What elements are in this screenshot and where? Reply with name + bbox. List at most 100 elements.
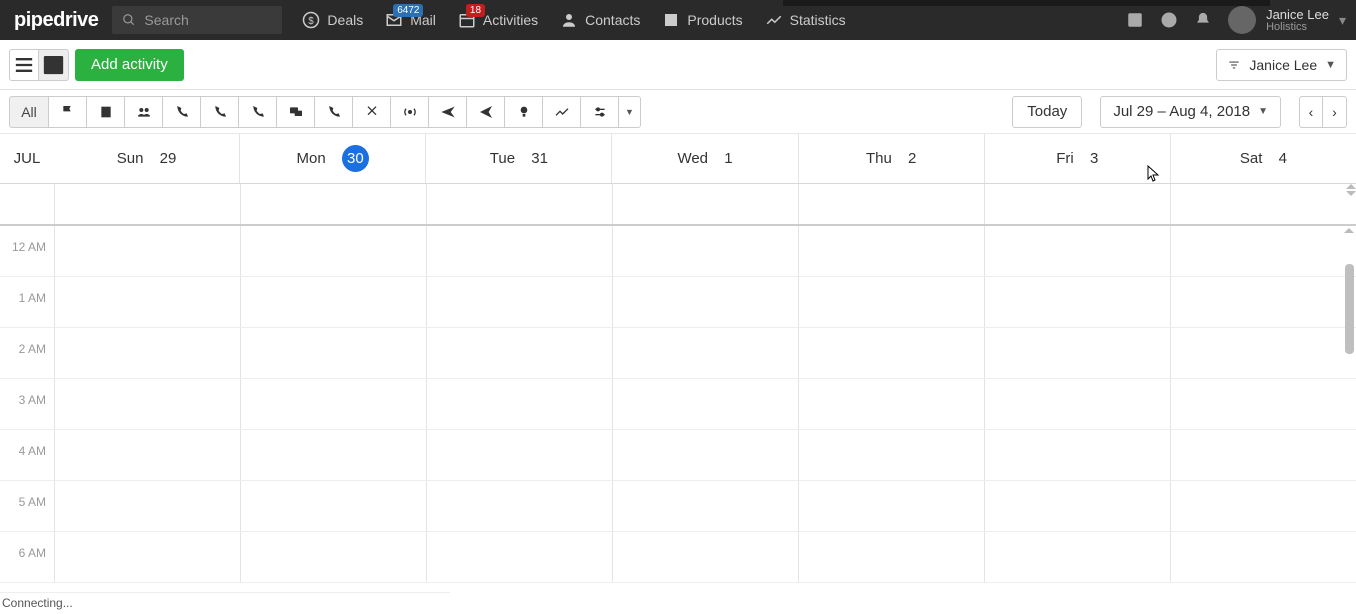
- nav-activities[interactable]: 18 Activities: [458, 11, 538, 29]
- cal-cell[interactable]: [240, 532, 426, 582]
- nav-contacts[interactable]: Contacts: [560, 11, 640, 29]
- cal-cell[interactable]: [612, 481, 798, 531]
- day-header-thu[interactable]: Thu 2: [798, 134, 984, 183]
- nav-deals[interactable]: $ Deals: [302, 11, 363, 29]
- add-icon[interactable]: [1126, 11, 1144, 29]
- cal-cell[interactable]: [798, 277, 984, 327]
- lightbulb-icon[interactable]: [505, 96, 543, 128]
- cal-cell[interactable]: [426, 481, 612, 531]
- cal-cell[interactable]: [240, 379, 426, 429]
- cal-cell[interactable]: [1170, 430, 1356, 480]
- cal-cell[interactable]: [612, 532, 798, 582]
- call-icon[interactable]: [163, 96, 201, 128]
- vertical-scrollbar[interactable]: [1345, 264, 1354, 354]
- cal-cell[interactable]: [798, 481, 984, 531]
- help-icon[interactable]: ?: [1160, 11, 1178, 29]
- cal-cell[interactable]: [984, 277, 1170, 327]
- cal-cell[interactable]: [798, 328, 984, 378]
- user-menu[interactable]: Janice Lee Holistics ▾: [1228, 6, 1346, 34]
- search-input[interactable]: Search: [112, 6, 282, 34]
- nav-products[interactable]: Products: [662, 11, 742, 29]
- day-header-sat[interactable]: Sat 4: [1170, 134, 1356, 183]
- cal-cell[interactable]: [54, 481, 240, 531]
- cal-cell[interactable]: [984, 379, 1170, 429]
- cal-cell[interactable]: [426, 328, 612, 378]
- broadcast-icon[interactable]: [391, 96, 429, 128]
- cal-cell[interactable]: [798, 532, 984, 582]
- allday-cell[interactable]: [1170, 184, 1356, 224]
- cal-cell[interactable]: [240, 430, 426, 480]
- call-icon[interactable]: [201, 96, 239, 128]
- day-header-wed[interactable]: Wed 1: [611, 134, 797, 183]
- nav-statistics[interactable]: Statistics: [765, 11, 846, 29]
- cal-cell[interactable]: [54, 226, 240, 276]
- cal-cell[interactable]: [612, 328, 798, 378]
- allday-cell[interactable]: [612, 184, 798, 224]
- allday-cell[interactable]: [984, 184, 1170, 224]
- cal-cell[interactable]: [798, 379, 984, 429]
- cal-cell[interactable]: [612, 379, 798, 429]
- calendar-view-button[interactable]: [39, 49, 69, 81]
- filter-all-button[interactable]: All: [9, 96, 49, 128]
- cal-cell[interactable]: [612, 430, 798, 480]
- cal-cell[interactable]: [240, 481, 426, 531]
- cal-cell[interactable]: [426, 277, 612, 327]
- cal-cell[interactable]: [426, 379, 612, 429]
- call-icon[interactable]: [315, 96, 353, 128]
- cal-cell[interactable]: [984, 532, 1170, 582]
- scroll-up[interactable]: [1344, 228, 1354, 233]
- cal-cell[interactable]: [1170, 277, 1356, 327]
- cal-cell[interactable]: [984, 328, 1170, 378]
- cal-cell[interactable]: [798, 226, 984, 276]
- day-header-sun[interactable]: Sun 29: [54, 134, 239, 183]
- more-types-dropdown[interactable]: ▼: [619, 96, 641, 128]
- utensils-icon[interactable]: [353, 96, 391, 128]
- cal-cell[interactable]: [54, 277, 240, 327]
- allday-scroll[interactable]: [1346, 184, 1356, 196]
- send-icon[interactable]: [467, 96, 505, 128]
- cal-cell[interactable]: [798, 430, 984, 480]
- cal-cell[interactable]: [612, 277, 798, 327]
- cal-cell[interactable]: [426, 226, 612, 276]
- cal-cell[interactable]: [54, 430, 240, 480]
- plane-icon[interactable]: [429, 96, 467, 128]
- cal-cell[interactable]: [1170, 379, 1356, 429]
- cal-cell[interactable]: [1170, 481, 1356, 531]
- cal-cell[interactable]: [426, 430, 612, 480]
- list-view-button[interactable]: [9, 49, 39, 81]
- meeting-icon[interactable]: [125, 96, 163, 128]
- date-range-picker[interactable]: Jul 29 – Aug 4, 2018 ▼: [1100, 96, 1281, 128]
- cal-cell[interactable]: [240, 328, 426, 378]
- cal-cell[interactable]: [240, 226, 426, 276]
- flag-icon[interactable]: [49, 96, 87, 128]
- cal-cell[interactable]: [984, 226, 1170, 276]
- note-icon[interactable]: [87, 96, 125, 128]
- bell-icon[interactable]: [1194, 11, 1212, 29]
- call-icon[interactable]: [239, 96, 277, 128]
- brand-logo[interactable]: pipedrive: [0, 9, 112, 32]
- cal-cell[interactable]: [54, 379, 240, 429]
- cal-cell[interactable]: [54, 532, 240, 582]
- settings-icon[interactable]: [581, 96, 619, 128]
- user-filter[interactable]: Janice Lee ▼: [1216, 49, 1347, 81]
- day-header-mon[interactable]: Mon 30: [239, 134, 425, 183]
- allday-cell[interactable]: [240, 184, 426, 224]
- allday-cell[interactable]: [798, 184, 984, 224]
- cal-cell[interactable]: [984, 481, 1170, 531]
- cal-cell[interactable]: [1170, 226, 1356, 276]
- cal-cell[interactable]: [426, 532, 612, 582]
- nav-mail[interactable]: 6472 Mail: [385, 11, 436, 29]
- next-week-button[interactable]: ›: [1323, 96, 1347, 128]
- day-header-tue[interactable]: Tue 31: [425, 134, 611, 183]
- today-button[interactable]: Today: [1012, 96, 1082, 128]
- cal-cell[interactable]: [1170, 532, 1356, 582]
- cal-cell[interactable]: [612, 226, 798, 276]
- prev-week-button[interactable]: ‹: [1299, 96, 1323, 128]
- allday-cell[interactable]: [54, 184, 240, 224]
- chat-icon[interactable]: [277, 96, 315, 128]
- cal-cell[interactable]: [1170, 328, 1356, 378]
- cal-cell[interactable]: [240, 277, 426, 327]
- allday-cell[interactable]: [426, 184, 612, 224]
- cal-cell[interactable]: [984, 430, 1170, 480]
- add-activity-button[interactable]: Add activity: [75, 49, 184, 81]
